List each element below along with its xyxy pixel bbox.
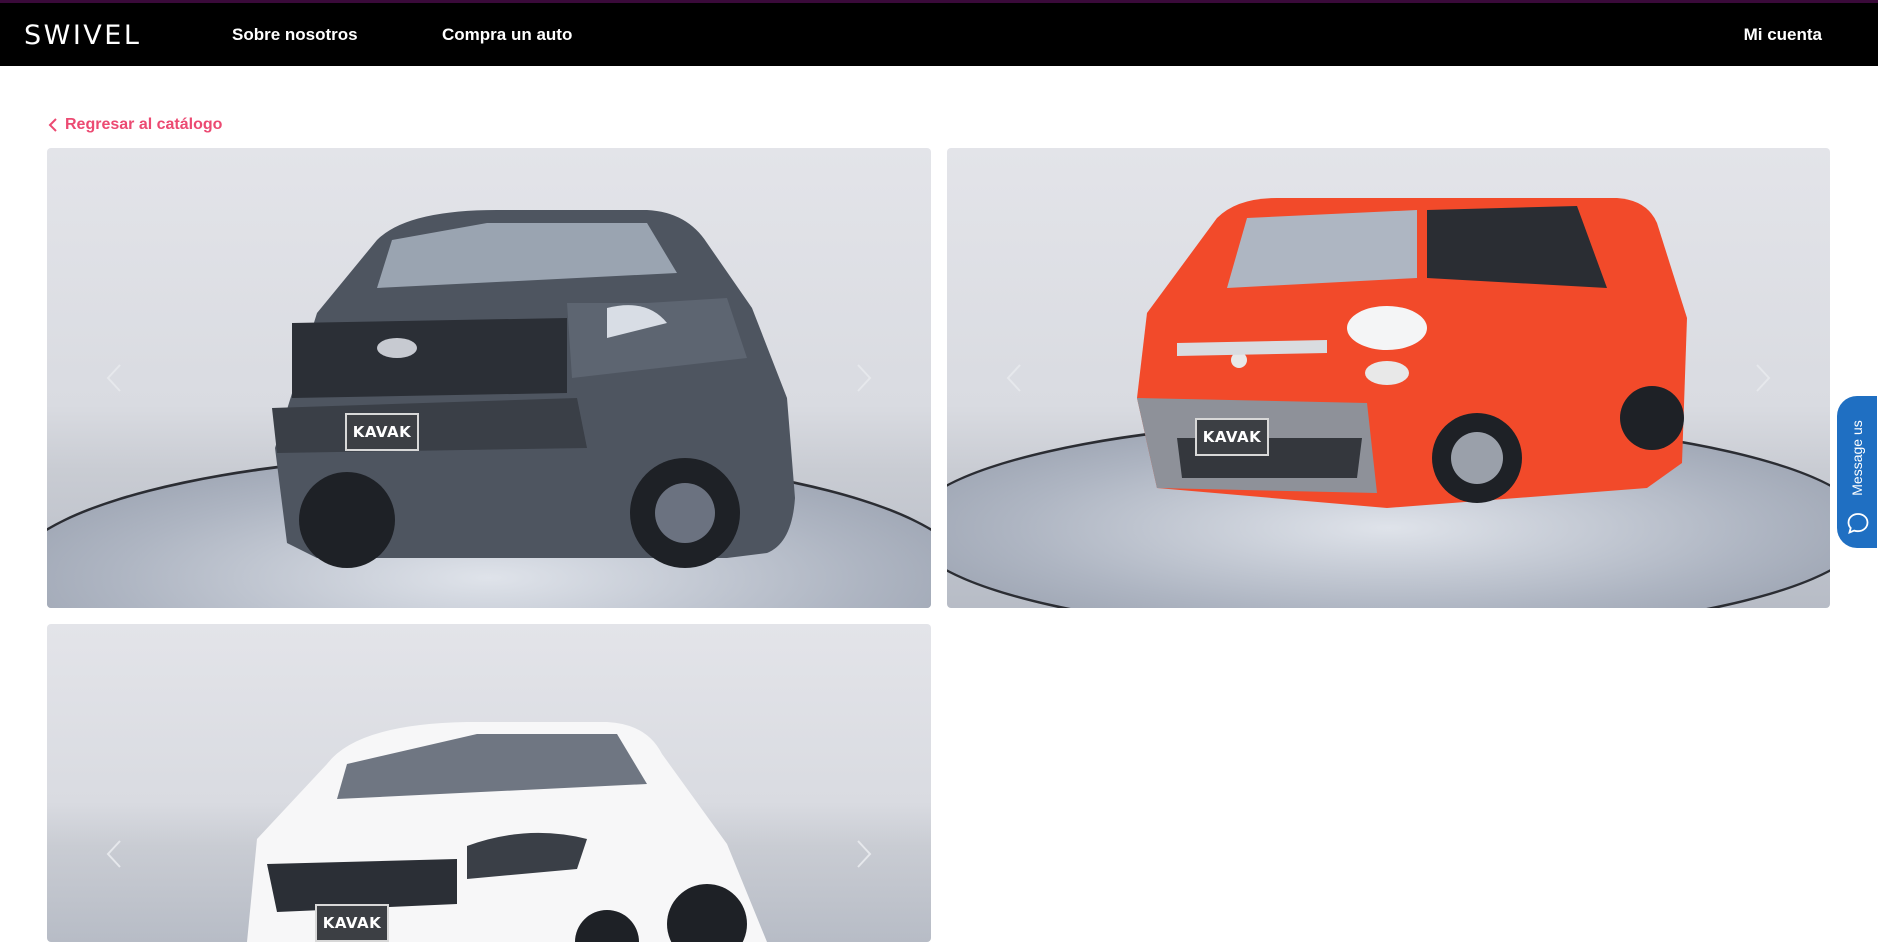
message-us-button[interactable]: Message us [1837, 396, 1877, 548]
back-to-catalog-link[interactable]: Regresar al catálogo [48, 116, 222, 134]
nav-about[interactable]: Sobre nosotros [232, 25, 358, 45]
chevron-left-icon [106, 840, 121, 868]
car-listing-card[interactable]: KAVAK [47, 148, 931, 608]
chevron-right-icon [1756, 364, 1771, 392]
chevron-right-icon [857, 364, 872, 392]
chat-bubble-icon [1847, 513, 1869, 534]
message-us-label: Message us [1849, 420, 1865, 496]
kavak-badge: KAVAK [1195, 418, 1269, 456]
logo[interactable]: SWIVEL [24, 20, 141, 51]
next-photo-button[interactable] [847, 355, 881, 401]
car-listing-card[interactable]: KAVAK [47, 624, 931, 942]
chevron-left-icon [1006, 364, 1021, 392]
prev-photo-button[interactable] [97, 831, 131, 877]
kavak-badge: KAVAK [345, 413, 419, 451]
prev-photo-button[interactable] [997, 355, 1031, 401]
car-photo [272, 210, 795, 568]
nav-buy-car[interactable]: Compra un auto [442, 25, 572, 45]
kavak-badge: KAVAK [315, 904, 389, 942]
site-header: SWIVEL Sobre nosotros Compra un auto Mi … [0, 0, 1878, 66]
next-photo-button[interactable] [847, 831, 881, 877]
car-photo [1137, 198, 1687, 508]
prev-photo-button[interactable] [97, 355, 131, 401]
back-link-label: Regresar al catálogo [65, 116, 223, 133]
car-photo [247, 722, 767, 942]
chevron-left-icon [106, 364, 121, 392]
next-photo-button[interactable] [1746, 355, 1780, 401]
chevron-right-icon [857, 840, 872, 868]
car-listing-card[interactable]: KAVAK [947, 148, 1830, 608]
nav-my-account[interactable]: Mi cuenta [1744, 25, 1822, 45]
chevron-left-icon [48, 118, 57, 132]
